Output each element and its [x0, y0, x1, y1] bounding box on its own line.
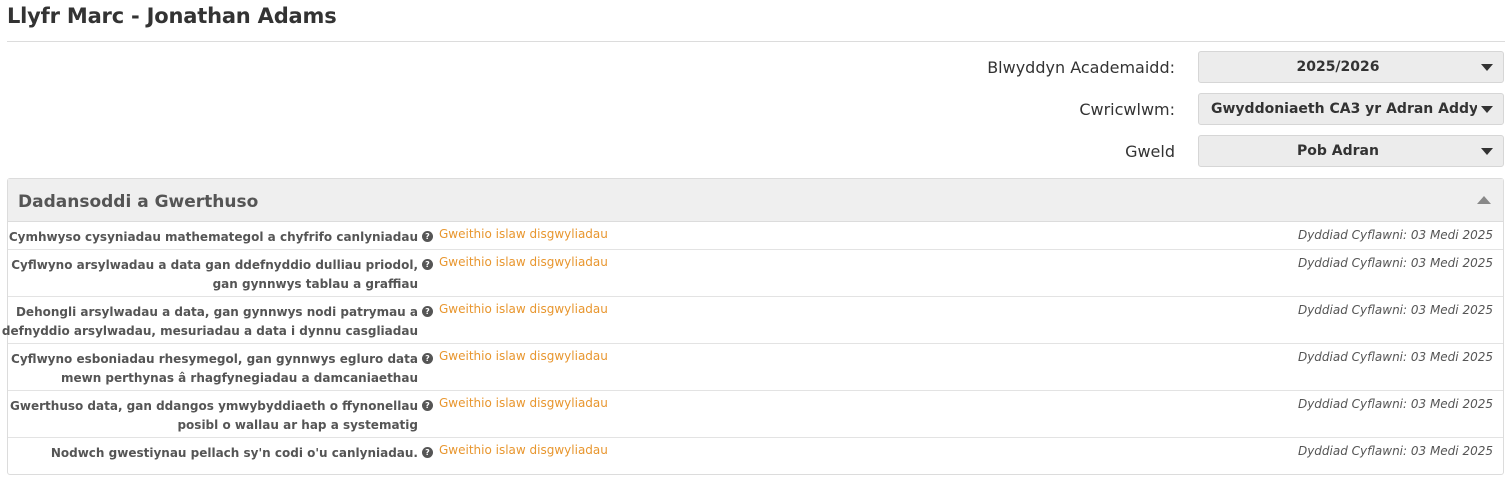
help-icon[interactable]: ? [422, 353, 433, 364]
skill-row: Dehongli arsylwadau a data, gan gynnwys … [2, 297, 1503, 344]
skill-row: Nodwch gwestiynau pellach sy'n codi o'u … [8, 438, 1503, 466]
status-label: Gweithio islaw disgwyliadau [439, 227, 608, 241]
skill-row: Gwerthuso data, gan ddangos ymwybyddiaet… [8, 391, 1503, 438]
panel-title: Dadansoddi a Gwerthuso [18, 192, 259, 212]
skill-name: Cyflwyno arsylwadau a data gan ddefnyddi… [11, 258, 418, 291]
completion-date: Dyddiad Cyflawni: 03 Medi 2025 [1297, 444, 1493, 458]
skill-name: Dehongli arsylwadau a data, gan gynnwys … [1, 305, 418, 338]
status-label: Gweithio islaw disgwyliadau [439, 349, 608, 363]
filter-curriculum: Cwricwlwm: Gwyddoniaeth CA3 yr Adran Add… [0, 93, 1505, 127]
panel-header[interactable]: Dadansoddi a Gwerthuso [8, 179, 1503, 222]
caret-down-icon [1481, 64, 1493, 71]
view-label: Gweld [1125, 142, 1175, 161]
skill-row: Cyflwyno arsylwadau a data gan ddefnyddi… [8, 250, 1503, 297]
skills-list: Cymhwyso cysyniadau mathemategol a chyfr… [2, 222, 1503, 466]
help-icon[interactable]: ? [422, 231, 433, 242]
completion-date: Dyddiad Cyflawni: 03 Medi 2025 [1297, 303, 1493, 317]
status-label: Gweithio islaw disgwyliadau [439, 443, 608, 457]
caret-down-icon [1481, 106, 1493, 113]
academic-year-value: 2025/2026 [1296, 59, 1380, 75]
help-icon[interactable]: ? [422, 447, 433, 458]
completion-date: Dyddiad Cyflawni: 03 Medi 2025 [1297, 256, 1493, 270]
caret-up-icon[interactable] [1477, 196, 1491, 204]
curriculum-value: Gwyddoniaeth CA3 yr Adran Addysg CC [1211, 101, 1477, 117]
curriculum-label: Cwricwlwm: [1079, 100, 1175, 119]
skills-panel: Dadansoddi a Gwerthuso Cymhwyso cysyniad… [2, 178, 1504, 475]
view-value: Pob Adran [1297, 143, 1379, 159]
completion-date: Dyddiad Cyflawni: 03 Medi 2025 [1297, 228, 1493, 242]
skill-row: Cymhwyso cysyniadau mathemategol a chyfr… [8, 222, 1503, 250]
filter-academic-year: Blwyddyn Academaidd: 2025/2026 [0, 51, 1505, 85]
skill-name: Cyflwyno esboniadau rhesymegol, gan gynn… [11, 352, 418, 385]
help-icon[interactable]: ? [422, 400, 433, 411]
title-divider [7, 41, 1505, 42]
completion-date: Dyddiad Cyflawni: 03 Medi 2025 [1297, 397, 1493, 411]
status-label: Gweithio islaw disgwyliadau [439, 302, 608, 316]
view-select[interactable]: Pob Adran [1198, 135, 1504, 167]
status-label: Gweithio islaw disgwyliadau [439, 255, 608, 269]
skill-row: Cyflwyno esboniadau rhesymegol, gan gynn… [8, 344, 1503, 391]
skill-name: Gwerthuso data, gan ddangos ymwybyddiaet… [10, 399, 418, 432]
academic-year-label: Blwyddyn Academaidd: [987, 58, 1175, 77]
academic-year-select[interactable]: 2025/2026 [1198, 51, 1504, 83]
skill-name: Cymhwyso cysyniadau mathemategol a chyfr… [8, 230, 418, 244]
status-label: Gweithio islaw disgwyliadau [439, 396, 608, 410]
completion-date: Dyddiad Cyflawni: 03 Medi 2025 [1297, 350, 1493, 364]
page-title: Llyfr Marc - Jonathan Adams [7, 4, 337, 28]
help-icon[interactable]: ? [422, 306, 433, 317]
skill-name: Nodwch gwestiynau pellach sy'n codi o'u … [50, 446, 418, 460]
help-icon[interactable]: ? [422, 259, 433, 270]
caret-down-icon [1481, 148, 1493, 155]
curriculum-select[interactable]: Gwyddoniaeth CA3 yr Adran Addysg CC [1198, 93, 1504, 125]
filter-view: Gweld Pob Adran [0, 135, 1505, 169]
